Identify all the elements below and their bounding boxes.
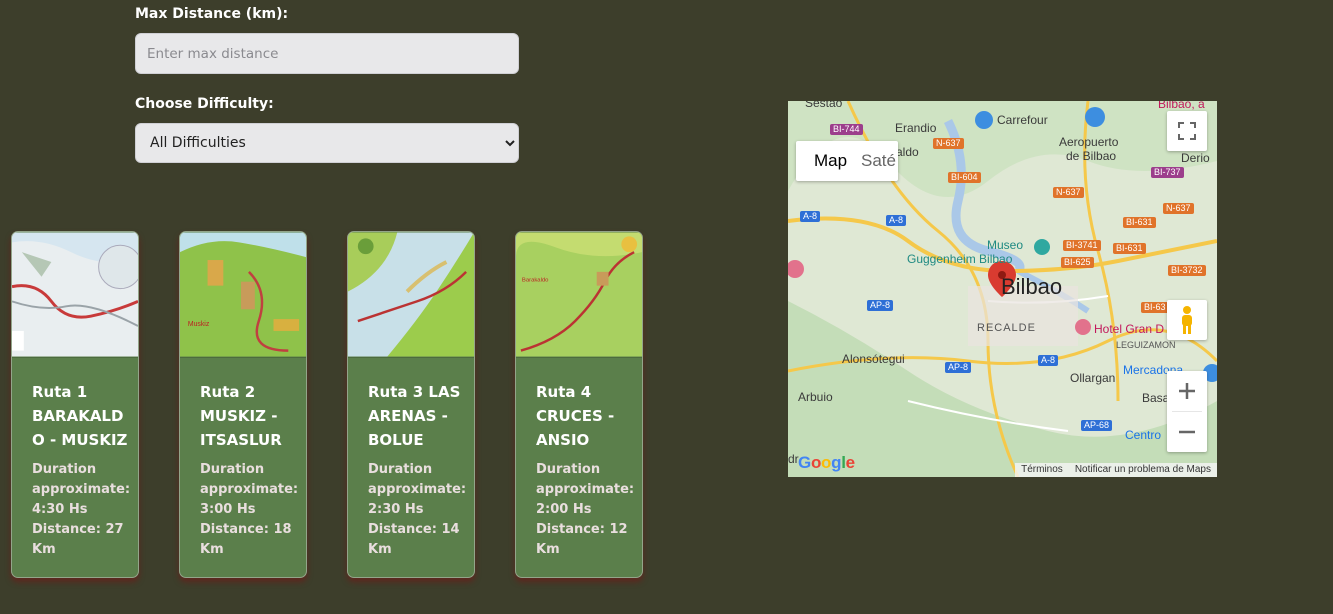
road-badge: AP-8 [945, 362, 972, 373]
map-type-satellite-button[interactable]: Saté [851, 141, 898, 181]
road-badge: A-8 [1038, 355, 1059, 366]
map-place-label: Bilbao, a [1158, 101, 1205, 111]
google-logo: Google [798, 453, 855, 472]
map-place-label: Alonsótegui [842, 352, 905, 366]
map-place-label: Hotel Gran D [1094, 322, 1165, 336]
map-place-label: aldo [896, 145, 919, 159]
map-place-label: Centro [1125, 428, 1162, 442]
route-title: Ruta 4 CRUCES - ANSIO [536, 383, 615, 449]
map-type-map-button[interactable]: Map [796, 141, 851, 181]
route-duration-label: Duration approximate: [32, 462, 131, 497]
map-place-label: Erandio [895, 121, 937, 135]
map-widget[interactable]: Sestao Erandio Carrefour Aeropuerto de B… [788, 101, 1217, 477]
map-footer: Términos Notificar un problema de Maps [1015, 463, 1217, 477]
svg-text:Barakaldo: Barakaldo [522, 278, 549, 284]
map-place-label: Derio [1181, 151, 1210, 165]
route-card[interactable]: Ruta 3 LAS ARENAS - BOLUE Duration appro… [347, 231, 475, 578]
fullscreen-button[interactable] [1167, 111, 1207, 151]
road-badge: AP-68 [1081, 420, 1113, 431]
map-place-label: LEGUIZAMON [1116, 340, 1176, 350]
route-map-thumbnail [12, 232, 138, 358]
route-distance: Distance: 12 Km [536, 522, 628, 557]
svg-text:Muskiz: Muskiz [188, 321, 210, 328]
zoom-control [1167, 371, 1207, 452]
road-badge: BI-631 [1123, 217, 1156, 228]
road-badge: A-8 [800, 211, 821, 222]
minus-icon [1179, 430, 1195, 434]
route-duration: 2:00 Hs [536, 502, 592, 517]
route-duration: 3:00 Hs [200, 502, 256, 517]
max-distance-label: Max Distance (km): [135, 6, 289, 22]
map-place-label: Sestao [805, 101, 843, 110]
plus-icon [1179, 383, 1195, 399]
route-card[interactable]: Muskiz Ruta 2 MUSKIZ - ITSASLUR Duration… [179, 231, 307, 578]
terms-link[interactable]: Términos [1021, 463, 1063, 477]
difficulty-select[interactable]: All Difficulties [135, 123, 519, 163]
road-badge: A-8 [886, 215, 907, 226]
road-badge: BI-737 [1151, 167, 1184, 178]
road-badge: BI-625 [1061, 257, 1094, 268]
road-badge: BI-744 [830, 124, 863, 135]
map-place-label: de Bilbao [1066, 149, 1117, 163]
road-badge: N-637 [1163, 203, 1194, 214]
road-badge: N-637 [933, 138, 964, 149]
route-map-thumbnail [348, 232, 474, 358]
route-map-thumbnail: Muskiz [180, 232, 306, 358]
street-view-button[interactable] [1167, 300, 1207, 340]
zoom-in-button[interactable] [1167, 371, 1207, 411]
route-title: Ruta 1 BARAKALDO - MUSKIZ [32, 383, 128, 449]
road-badge: AP-8 [867, 300, 894, 311]
route-duration-label: Duration approximate: [536, 462, 635, 497]
road-badge: N-637 [1053, 187, 1084, 198]
route-duration-label: Duration approximate: [200, 462, 299, 497]
map-place-label: RECALDE [977, 322, 1036, 334]
road-badge: BI-3732 [1168, 265, 1206, 276]
route-card[interactable]: Barakaldo Ruta 4 CRUCES - ANSIO Duration… [515, 231, 643, 578]
max-distance-input[interactable] [135, 33, 519, 74]
route-map-thumbnail: Barakaldo [516, 232, 642, 358]
map-place-label: Aeropuerto [1059, 135, 1119, 149]
road-badge: BI-604 [948, 172, 981, 183]
map-place-label: Arbuio [798, 390, 833, 404]
route-distance: Distance: 14 Km [368, 522, 460, 557]
route-duration: 4:30 Hs [32, 502, 88, 517]
report-problem-link[interactable]: Notificar un problema de Maps [1075, 463, 1211, 477]
route-duration: 2:30 Hs [368, 502, 424, 517]
map-place-label: Basa [1142, 391, 1170, 405]
map-city-label: Bilbao [1001, 274, 1063, 299]
pegman-icon [1182, 306, 1192, 334]
map-type-control: Map Saté [796, 141, 898, 181]
route-title: Ruta 3 LAS ARENAS - BOLUE [368, 383, 461, 449]
route-card[interactable]: Ruta 1 BARAKALDO - MUSKIZ Duration appro… [11, 231, 139, 578]
road-badge: BI-3741 [1063, 240, 1101, 251]
road-badge: BI-63 [1141, 302, 1169, 313]
route-title: Ruta 2 MUSKIZ - ITSASLUR [200, 383, 282, 449]
map-place-label: Museo [987, 238, 1024, 252]
route-distance: Distance: 18 Km [200, 522, 292, 557]
difficulty-label: Choose Difficulty: [135, 96, 274, 112]
fullscreen-icon [1178, 122, 1196, 140]
map-place-label: Carrefour [997, 113, 1048, 127]
route-distance: Distance: 27 Km [32, 522, 124, 557]
road-badge: BI-631 [1113, 243, 1146, 254]
map-place-label: Ollargan [1070, 371, 1116, 385]
zoom-out-button[interactable] [1167, 412, 1207, 452]
route-duration-label: Duration approximate: [368, 462, 467, 497]
map-place-label: Guggenheim Bilbao [907, 252, 1013, 266]
